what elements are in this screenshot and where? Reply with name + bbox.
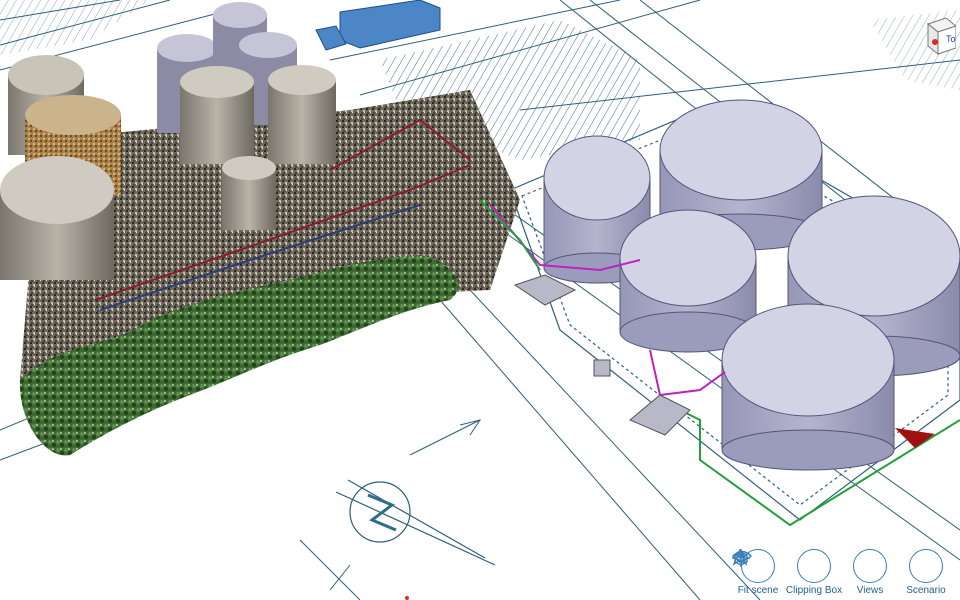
clipping-box-label: Clipping Box [785, 585, 843, 596]
modeled-storage-tanks [543, 99, 960, 471]
3d-scene-viewport[interactable]: To Fit scene Clipping Box Views Scenario [0, 0, 960, 600]
navcube-top-label: To [946, 34, 956, 44]
red-marker [895, 428, 935, 448]
navigation-cube[interactable]: To [922, 14, 956, 58]
views-icon [732, 549, 887, 583]
fit-scene-label: Fit scene [737, 585, 779, 596]
scenario-icon [732, 549, 943, 583]
scanned-tank [222, 156, 276, 230]
north-arrow-icon [335, 479, 496, 566]
clipping-box-button[interactable]: Clipping Box [734, 549, 843, 596]
scene-canvas [0, 0, 960, 600]
storage-tank [721, 303, 895, 471]
views-button[interactable]: Views [732, 549, 896, 596]
blue-building [315, 0, 441, 51]
viewer-toolbar: Fit scene Clipping Box Views Scenario [732, 549, 952, 596]
clipping-box-icon [734, 549, 831, 583]
scenario-label: Scenario [906, 585, 946, 596]
scanned-tank [268, 65, 336, 164]
scenario-button[interactable]: Scenario [732, 549, 952, 596]
views-label: Views [856, 585, 884, 596]
scanned-tank [180, 66, 254, 164]
scanned-tank [0, 156, 114, 280]
